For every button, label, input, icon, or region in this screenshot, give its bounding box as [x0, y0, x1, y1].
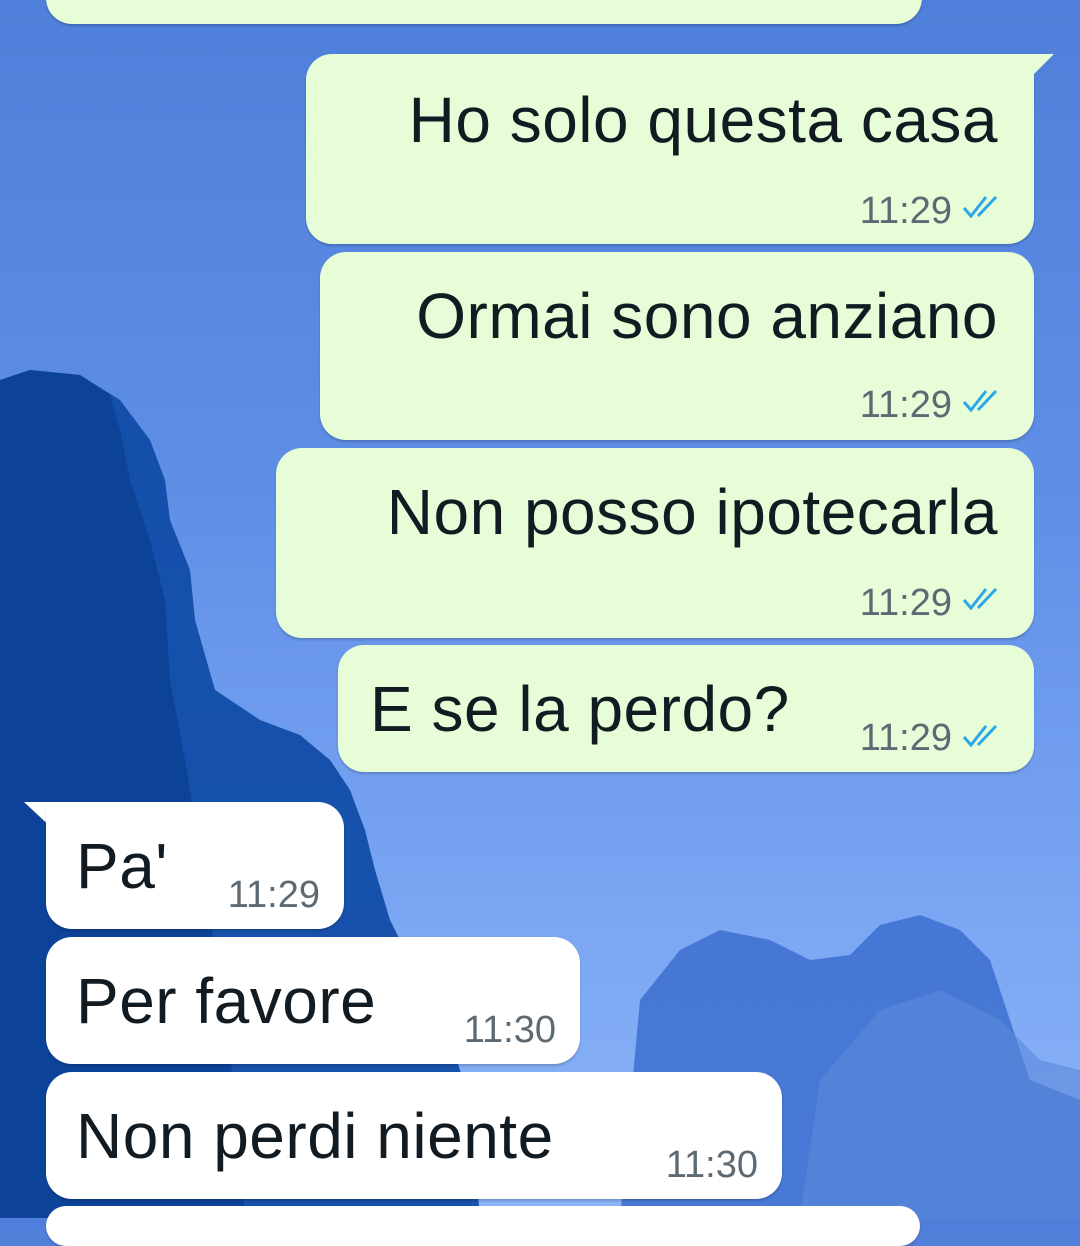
- message-bubble-incoming[interactable]: Per favore 11:30: [46, 937, 580, 1064]
- message-text: Per favore: [76, 965, 377, 1037]
- message-time: 11:29: [859, 190, 952, 232]
- message-text: Pa': [76, 830, 168, 902]
- message-bubble-outgoing[interactable]: E se la perdo? 11:29: [338, 645, 1034, 772]
- message-text: Non posso ipotecarla: [386, 476, 998, 548]
- message-text: E se la perdo?: [370, 673, 790, 745]
- message-bubble-outgoing[interactable]: Ho solo questa casa 11:29: [306, 54, 1034, 244]
- message-time: 11:29: [859, 582, 952, 624]
- message-time: 11:29: [859, 717, 952, 759]
- message-time: 11:29: [859, 384, 952, 426]
- message-text: Ho solo questa casa: [408, 84, 998, 156]
- message-time: 11:30: [463, 1009, 556, 1051]
- double-check-read-icon: [962, 195, 998, 219]
- message-bubble-incoming[interactable]: Non perdi niente 11:30: [46, 1072, 782, 1199]
- message-bubble-previous[interactable]: [46, 0, 922, 24]
- message-bubble-outgoing[interactable]: Non posso ipotecarla 11:29: [276, 448, 1034, 638]
- double-check-read-icon: [962, 724, 998, 748]
- message-bubble-next[interactable]: [46, 1206, 920, 1246]
- message-bubble-outgoing[interactable]: Ormai sono anziano 11:29: [320, 252, 1034, 440]
- message-text: Non perdi niente: [76, 1100, 554, 1172]
- bubble-tail: [1026, 54, 1054, 82]
- double-check-read-icon: [962, 389, 998, 413]
- message-text: Ormai sono anziano: [416, 280, 998, 352]
- message-bubble-incoming[interactable]: Pa' 11:29: [46, 802, 344, 929]
- double-check-read-icon: [962, 587, 998, 611]
- message-time: 11:29: [227, 874, 320, 916]
- message-time: 11:30: [665, 1144, 758, 1186]
